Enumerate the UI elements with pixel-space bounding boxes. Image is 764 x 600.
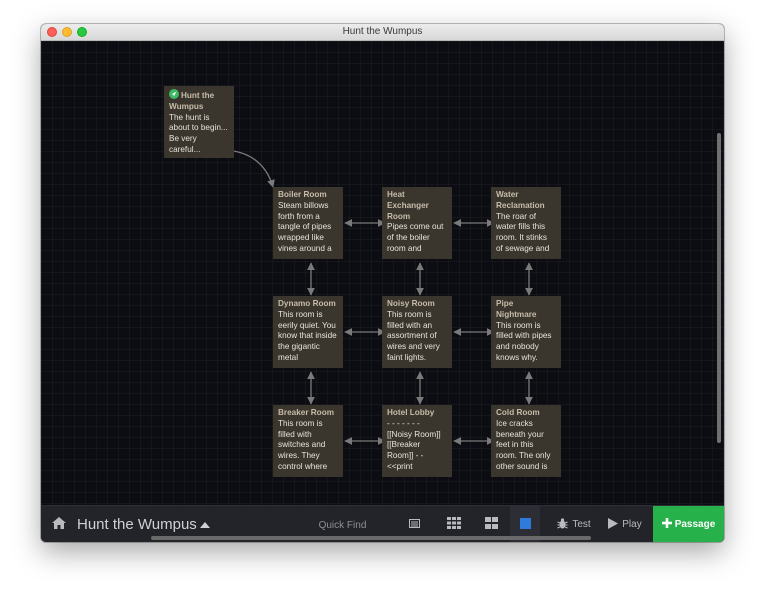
app-window: Hunt the Wumpus Hunt the Wumpus The hunt… [41,24,724,542]
passage-title: Noisy Room [387,299,435,308]
passage-excerpt: Ice cracks beneath your feet in this roo… [496,418,551,471]
passage-title: Boiler Room [278,190,327,199]
passage-excerpt: This room is filled with switches and wi… [278,418,328,471]
passage-names-icon [408,518,420,531]
passage-title: Water Reclamation [496,190,545,210]
passage-title: Dynamo Room [278,299,336,308]
passage-excerpt: - - - - - - - [[Noisy Room]] [[Breaker R… [387,418,441,471]
passage-card-cold-room[interactable]: Cold Room Ice cracks beneath your feet i… [491,405,561,477]
home-icon[interactable] [51,516,67,535]
passage-title: Hotel Lobby [387,408,435,417]
plus-icon [661,518,672,531]
new-passage-button[interactable]: Passage [653,506,724,542]
story-title: Hunt the Wumpus [77,516,197,533]
caret-up-icon [199,514,210,534]
passage-card-boiler-room[interactable]: Boiler Room Steam billows forth from a t… [273,187,343,259]
horizontal-scrollbar[interactable] [151,536,591,540]
play-button[interactable]: Play [603,506,647,542]
passage-title: Heat Exchanger Room [387,190,429,221]
passage-excerpt: This room is filled with pipes and nobod… [496,320,552,362]
rocket-icon [169,89,179,99]
passage-excerpt: Pipes come out of the boiler room and [387,222,444,253]
story-map-canvas[interactable]: Hunt the Wumpus The hunt is about to beg… [41,41,724,505]
passage-card-heat-exchanger-room[interactable]: Heat Exchanger Room Pipes come out of th… [382,187,452,259]
large-grid-icon [484,517,498,532]
passage-card-breaker-room[interactable]: Breaker Room This room is filled with sw… [273,405,343,477]
bug-icon [557,517,569,532]
story-toolbar: Hunt the Wumpus Test Play Passage [41,505,724,542]
passage-excerpt: The hunt is about to begin... Be very ca… [169,112,228,154]
passage-card-pipe-nightmare[interactable]: Pipe Nightmare This room is filled with … [491,296,561,368]
title-bar: Hunt the Wumpus [41,24,724,41]
passage-excerpt: This room is filled with an assortment o… [387,309,440,362]
passage-card-hunt-the-wumpus[interactable]: Hunt the Wumpus The hunt is about to beg… [164,86,234,158]
test-label: Test [572,519,591,530]
passage-excerpt: Steam billows forth from a tangle of pip… [278,200,332,253]
quick-find-input[interactable] [293,515,392,535]
passage-card-water-reclamation[interactable]: Water Reclamation The roar of water fill… [491,187,561,259]
passage-card-hotel-lobby[interactable]: Hotel Lobby - - - - - - - [[Noisy Room]]… [382,405,452,477]
small-grid-icon [447,517,461,532]
play-icon [608,517,619,532]
passage-card-dynamo-room[interactable]: Dynamo Room This room is eerily quiet. Y… [273,296,343,368]
window-title: Hunt the Wumpus [342,26,423,37]
vertical-scrollbar[interactable] [717,133,721,443]
square-view-icon [519,517,531,532]
passage-title: Cold Room [496,408,540,417]
passage-card-noisy-room[interactable]: Noisy Room This room is filled with an a… [382,296,452,368]
passage-title: Pipe Nightmare [496,299,537,319]
passage-title: Breaker Room [278,408,334,417]
story-title-menu[interactable]: Hunt the Wumpus [77,514,210,535]
passage-excerpt: The roar of water fills this room. It st… [496,211,550,253]
passage-label: Passage [674,519,716,530]
play-label: Play [622,519,642,530]
passage-excerpt: This room is eerily quiet. You know that… [278,309,337,362]
